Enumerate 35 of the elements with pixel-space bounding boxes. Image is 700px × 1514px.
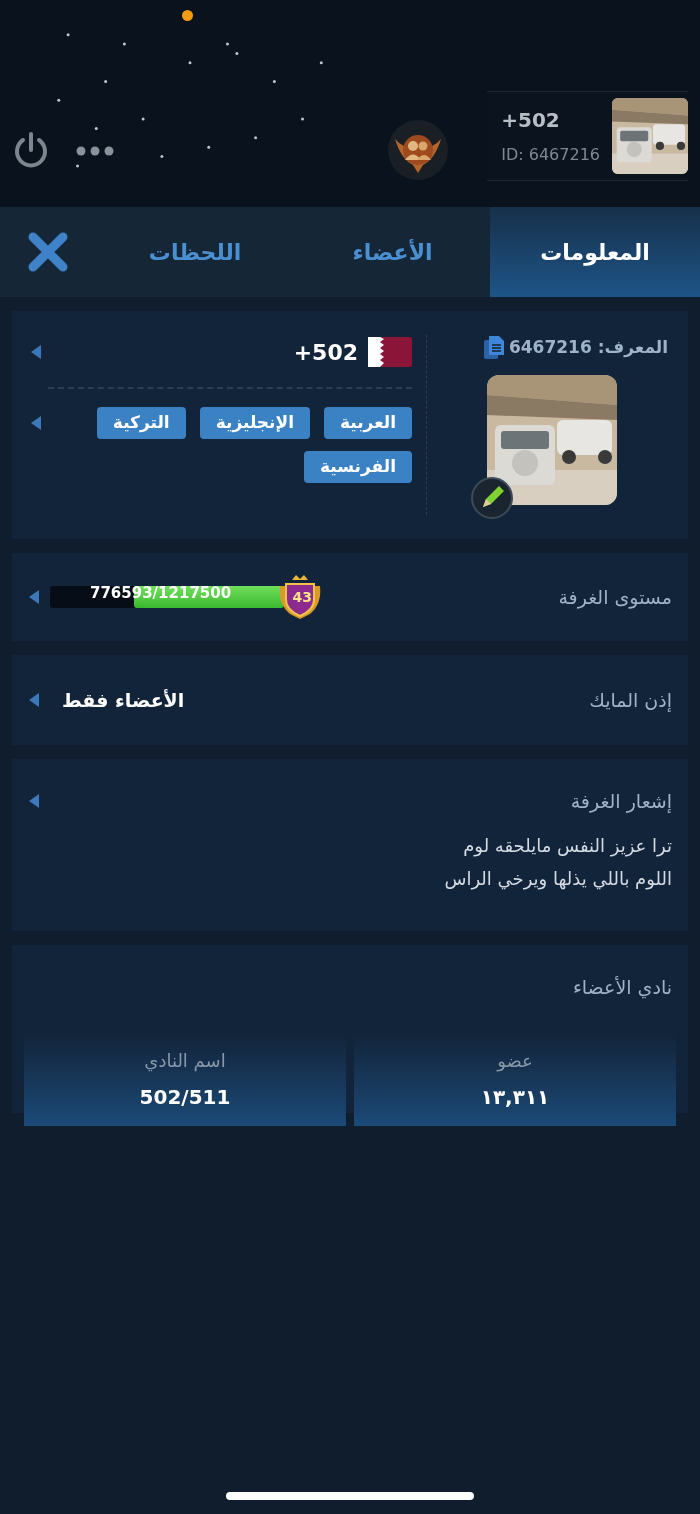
caret-icon bbox=[30, 415, 42, 431]
caret-icon bbox=[30, 344, 42, 360]
stat-label: عضو bbox=[497, 1049, 533, 1074]
row-value: الأعضاء فقط bbox=[62, 687, 185, 713]
copy-icon[interactable] bbox=[482, 335, 505, 361]
room-name: +502 bbox=[293, 338, 358, 367]
club-title: نادي الأعضاء bbox=[571, 975, 673, 1001]
caret-icon bbox=[28, 793, 40, 810]
caret-icon bbox=[28, 692, 40, 708]
stat-label: اسم النادي bbox=[144, 1049, 226, 1074]
room-name: +502 bbox=[501, 107, 560, 134]
row-label: إذن المايك bbox=[588, 687, 672, 714]
level-number: 43 bbox=[292, 588, 312, 607]
close-icon[interactable] bbox=[26, 232, 69, 272]
notice-text: اللوم باللي يذلها ويرخي الراس bbox=[443, 866, 672, 892]
settings-row[interactable]: إذن المايك الأعضاء فقط bbox=[12, 655, 688, 745]
group-badge-icon[interactable] bbox=[387, 119, 450, 181]
settings-row[interactable]: إشعار الغرفة ترا عزيز النفس مايلحقه لوم اللوم باللي يذلها ويرخي الراس bbox=[12, 759, 688, 931]
more-icon[interactable] bbox=[76, 146, 114, 156]
caret-icon bbox=[28, 589, 40, 605]
language-tag: الفرنسية bbox=[304, 451, 412, 483]
room-id: ID: 6467216 bbox=[501, 144, 600, 166]
row-label: مستوى الغرفة bbox=[557, 584, 672, 611]
stat-value: 502/511 bbox=[139, 1084, 231, 1111]
row-label: إشعار الغرفة bbox=[569, 789, 672, 815]
stat-value: ١٣,٣١١ bbox=[480, 1084, 550, 1111]
tab[interactable]: اللحظات bbox=[95, 207, 295, 297]
language-tag: العربية bbox=[324, 407, 412, 439]
language-tag: التركية bbox=[96, 407, 186, 439]
pencil-icon[interactable] bbox=[470, 477, 513, 519]
flag-icon bbox=[368, 337, 412, 367]
tab[interactable]: الأعضاء bbox=[295, 207, 490, 297]
language-tag: الإنجليزية bbox=[199, 407, 310, 439]
tab[interactable]: المعلومات bbox=[490, 207, 700, 297]
notice-text: ترا عزيز النفس مايلحقه لوم bbox=[462, 833, 672, 859]
